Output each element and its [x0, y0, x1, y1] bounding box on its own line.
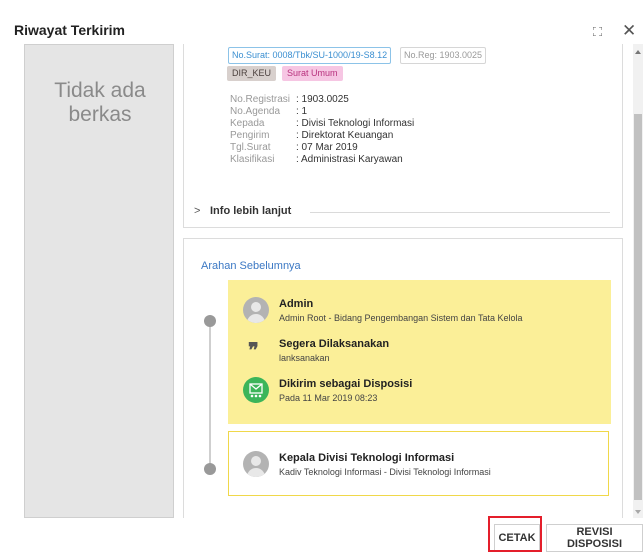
close-icon[interactable]: ✕ [622, 22, 636, 40]
scroll-up-arrow-icon[interactable] [635, 50, 641, 54]
sender-role: Admin Root - Bidang Pengembangan Sistem … [279, 313, 523, 323]
field-classification: Klasifikasi: Administrasi Karyawan [230, 154, 403, 165]
quote-icon: ❞ [248, 338, 259, 362]
detail-scroll-area[interactable]: No.Surat: 0008/Tbk/SU-1000/19-S8.12 No.R… [183, 44, 628, 518]
scroll-down-arrow-icon[interactable] [635, 510, 641, 514]
instruction-title: Segera Dilaksanakan [279, 338, 390, 350]
disposition-entry: Admin Admin Root - Bidang Pengembangan S… [228, 280, 611, 424]
more-info-toggle[interactable]: > Info lebih lanjut [194, 204, 614, 220]
timeline-dot [204, 463, 216, 475]
recipient-name: Kepala Divisi Teknologi Informasi [279, 452, 455, 464]
scrollbar-thumb[interactable] [634, 114, 642, 500]
instruction-note: lanksanakan [279, 353, 330, 363]
field-to: Kepada: Divisi Teknologi Informasi [230, 118, 415, 129]
letter-number-tag: No.Surat: 0008/Tbk/SU-1000/19-S8.12 [228, 47, 392, 64]
status-title: Dikirim sebagai Disposisi [279, 378, 413, 390]
timeline-dot [204, 315, 216, 327]
chevron-right-icon: > [194, 205, 201, 217]
divider [310, 212, 610, 213]
avatar [243, 451, 269, 477]
field-letter-date: Tgl.Surat: 07 Mar 2019 [230, 142, 358, 153]
status-time: Pada 11 Mar 2019 08:23 [279, 393, 378, 403]
previous-instructions-card: Arahan Sebelumnya Admin Admin Root - Bid… [183, 238, 623, 518]
section-heading: Arahan Sebelumnya [201, 260, 301, 272]
recipient-entry: Kepala Divisi Teknologi Informasi Kadiv … [228, 431, 609, 496]
timeline-line [209, 321, 211, 465]
avatar [243, 297, 269, 323]
expand-icon[interactable] [593, 27, 602, 36]
category-tag: Surat Umum [282, 66, 343, 81]
file-preview-pane: Tidak ada berkas [24, 44, 174, 518]
more-info-label: Info lebih lanjut [210, 205, 292, 217]
history-dialog: Riwayat Terkirim ✕ Tidak ada berkas No.S… [0, 0, 643, 555]
no-file-text: Tidak ada berkas [54, 79, 146, 126]
print-button[interactable]: CETAK [494, 524, 540, 552]
scrollbar[interactable] [633, 44, 643, 518]
recipient-role: Kadiv Teknologi Informasi - Divisi Tekno… [279, 467, 491, 477]
field-agenda: No.Agenda: 1 [230, 106, 308, 117]
registration-number-tag: No.Reg: 1903.0025 [400, 47, 487, 64]
field-sender: Pengirim: Direktorat Keuangan [230, 130, 394, 141]
field-registration: No.Registrasi: 1903.0025 [230, 94, 349, 105]
disposition-sent-icon [243, 377, 269, 403]
unit-tag: DIR_KEU [227, 66, 277, 81]
letter-info-card: No.Surat: 0008/Tbk/SU-1000/19-S8.12 No.R… [183, 44, 623, 228]
sender-name: Admin [279, 298, 314, 310]
dialog-title: Riwayat Terkirim [14, 22, 126, 38]
revise-disposition-button[interactable]: REVISI DISPOSISI [546, 524, 643, 552]
